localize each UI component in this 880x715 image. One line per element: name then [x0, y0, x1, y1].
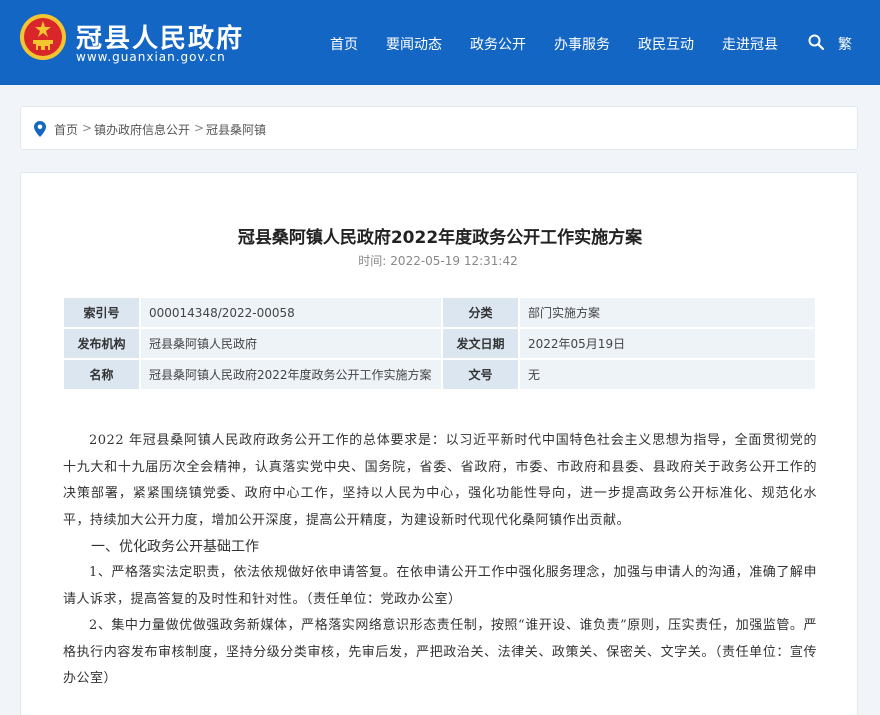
paragraph-item-2: 2、集中力量做优做强政务新媒体，严格落实网络意识形态责任制，按照“谁开设、谁负责…	[63, 618, 817, 686]
location-pin-icon	[34, 121, 46, 137]
meta-value-date: 2022年05月19日	[520, 329, 815, 358]
meta-key-category: 分类	[443, 298, 518, 327]
meta-value-name: 冠县桑阿镇人民政府2022年度政务公开工作实施方案	[141, 360, 441, 389]
article-body: 2022 年冠县桑阿镇人民政府政务公开工作的总体要求是：以习近平新时代中国特色社…	[63, 428, 817, 693]
meta-key-date: 发文日期	[443, 329, 518, 358]
nav-news[interactable]: 要闻动态	[386, 34, 442, 54]
paragraph-item-1: 1、严格落实法定职责，依法依规做好依申请答复。在依申请公开工作中强化服务理念，加…	[63, 565, 817, 607]
traditional-chinese-toggle[interactable]: 繁	[838, 34, 852, 54]
table-row: 名称 冠县桑阿镇人民政府2022年度政务公开工作实施方案 文号 无	[64, 360, 815, 389]
breadcrumb-township-info[interactable]: 镇办政府信息公开	[94, 121, 190, 138]
nav-home[interactable]: 首页	[330, 34, 358, 54]
nav-services[interactable]: 办事服务	[554, 34, 610, 54]
meta-value-index: 000014348/2022-00058	[141, 298, 441, 327]
section-heading: 一、优化政务公开基础工作	[91, 539, 259, 555]
breadcrumb: 首页 > 镇办政府信息公开 > 冠县桑阿镇	[20, 106, 858, 150]
national-emblem-icon[interactable]	[19, 13, 67, 61]
article-title: 冠县桑阿镇人民政府2022年度政务公开工作实施方案	[237, 228, 643, 248]
time-value: 2022-05-19 12:31:42	[390, 254, 518, 268]
article-time: 时间: 2022-05-19 12:31:42	[21, 252, 859, 269]
meta-key-docno: 文号	[443, 360, 518, 389]
site-url: www.guanxian.gov.cn	[76, 50, 226, 64]
nav-gov-affairs[interactable]: 政务公开	[470, 34, 526, 54]
time-label: 时间:	[358, 254, 387, 268]
meta-value-issuer: 冠县桑阿镇人民政府	[141, 329, 441, 358]
document-meta-table: 索引号 000014348/2022-00058 分类 部门实施方案 发布机构 …	[62, 296, 817, 391]
meta-key-issuer: 发布机构	[64, 329, 139, 358]
breadcrumb-home[interactable]: 首页	[54, 121, 78, 138]
table-row: 发布机构 冠县桑阿镇人民政府 发文日期 2022年05月19日	[64, 329, 815, 358]
paragraph-intro: 2022 年冠县桑阿镇人民政府政务公开工作的总体要求是：以习近平新时代中国特色社…	[63, 433, 817, 528]
breadcrumb-sangazhen[interactable]: 冠县桑阿镇	[206, 121, 266, 138]
breadcrumb-separator: >	[82, 121, 93, 135]
meta-key-name: 名称	[64, 360, 139, 389]
table-row: 索引号 000014348/2022-00058 分类 部门实施方案	[64, 298, 815, 327]
nav-about[interactable]: 走进冠县	[722, 34, 778, 54]
search-icon[interactable]	[808, 34, 824, 50]
meta-value-category: 部门实施方案	[520, 298, 815, 327]
site-header: 冠县人民政府 www.guanxian.gov.cn 首页 要闻动态 政务公开 …	[0, 0, 880, 85]
breadcrumb-separator: >	[194, 121, 205, 135]
article-container: 冠县桑阿镇人民政府2022年度政务公开工作实施方案 时间: 2022-05-19 …	[20, 172, 858, 715]
nav-interaction[interactable]: 政民互动	[638, 34, 694, 54]
meta-value-docno: 无	[520, 360, 815, 389]
meta-key-index: 索引号	[64, 298, 139, 327]
